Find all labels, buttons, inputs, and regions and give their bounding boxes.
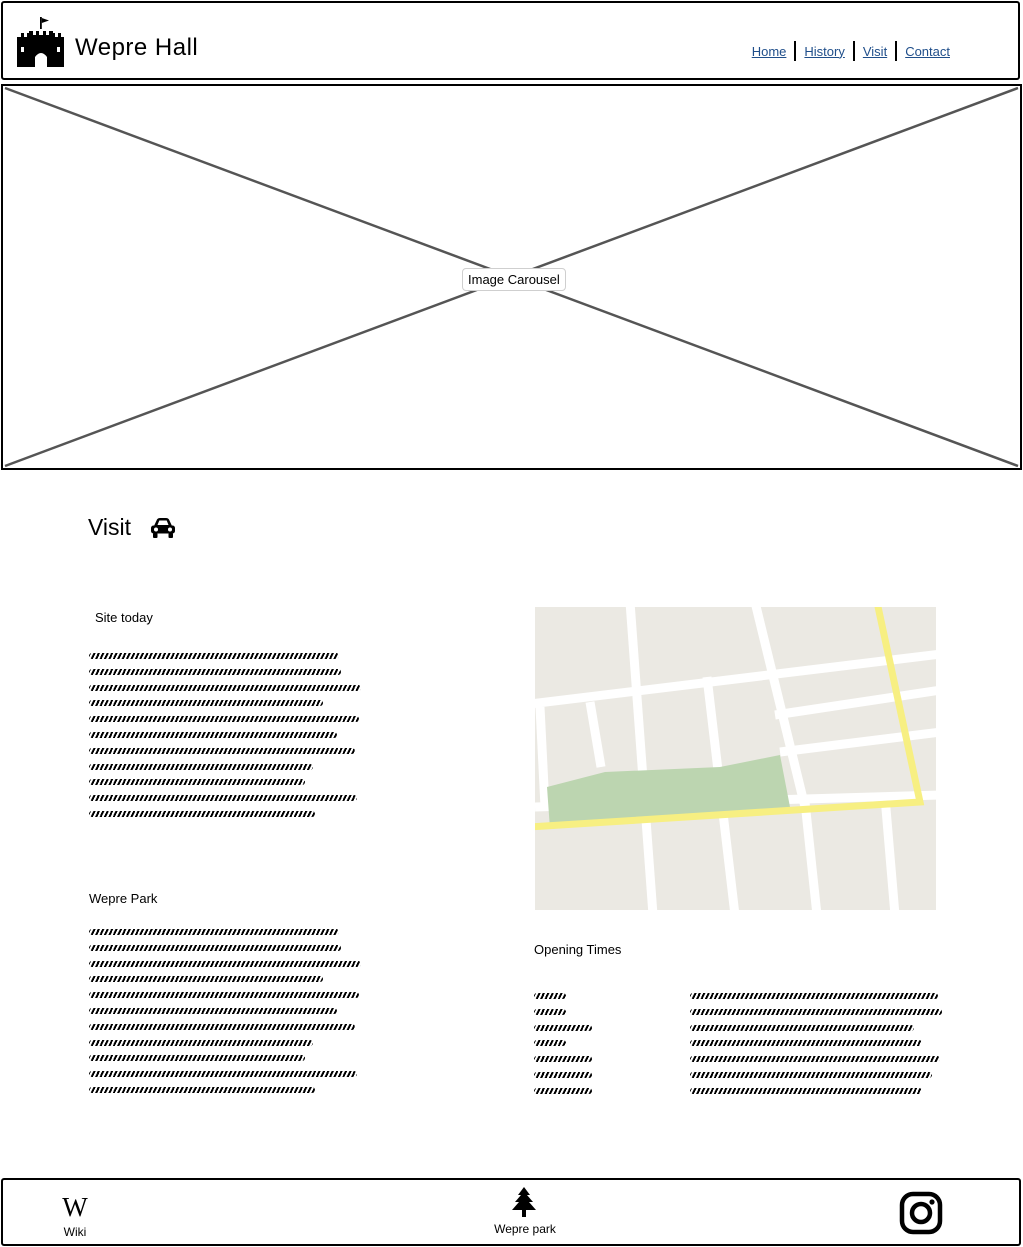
wiki-link[interactable]: Wiki (55, 1225, 95, 1239)
tree-icon[interactable] (508, 1187, 540, 1221)
nav-link-home[interactable]: Home (744, 44, 795, 59)
wepre-park-heading: Wepre Park (89, 891, 158, 906)
castle-icon[interactable] (17, 17, 65, 67)
car-icon (151, 518, 175, 538)
nav-link-history[interactable]: History (796, 44, 852, 59)
wepre-park-link[interactable]: Wepre park (477, 1222, 573, 1236)
nav-link-visit[interactable]: Visit (855, 44, 895, 59)
instagram-icon[interactable] (899, 1191, 943, 1235)
location-map[interactable] (535, 607, 936, 910)
site-today-text (89, 653, 361, 827)
site-today-heading: Site today (95, 610, 153, 625)
map-image (535, 607, 936, 910)
site-header: Wepre Hall Home History Visit Contact (1, 1, 1020, 80)
wepre-park-text (89, 929, 361, 1103)
site-title[interactable]: Wepre Hall (75, 34, 198, 62)
carousel-label: Image Carousel (462, 268, 566, 291)
site-footer: W Wiki Wepre park (1, 1178, 1021, 1246)
page-title: Visit (88, 514, 132, 540)
image-carousel[interactable]: Image Carousel (1, 84, 1022, 470)
opening-times-heading: Opening Times (534, 942, 622, 957)
main-nav: Home History Visit Contact (744, 41, 958, 61)
opening-times-days (534, 993, 594, 1104)
opening-times-hours (690, 993, 942, 1104)
wikipedia-icon[interactable]: W (59, 1194, 91, 1221)
nav-link-contact[interactable]: Contact (897, 44, 958, 59)
